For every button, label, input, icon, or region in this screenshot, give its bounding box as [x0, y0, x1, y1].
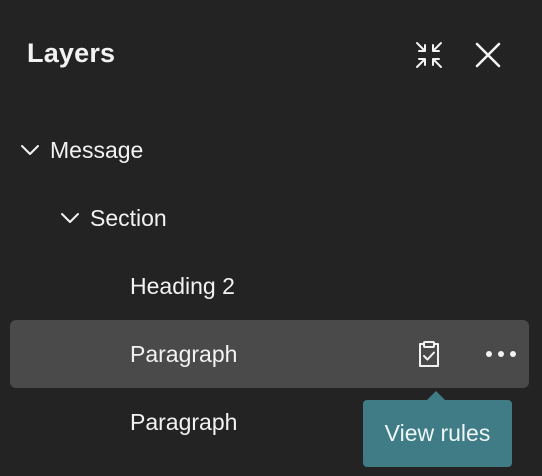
chevron-down-icon[interactable] [18, 138, 42, 162]
chevron-down-icon[interactable] [58, 206, 82, 230]
layer-label: Section [90, 205, 167, 231]
panel-title: Layers [27, 38, 116, 68]
layer-row-message[interactable]: Message [10, 116, 529, 184]
more-horizontal-icon [486, 351, 516, 357]
collapse-arrows-icon [416, 42, 442, 68]
layer-label: Paragraph [130, 341, 238, 367]
layer-row-section[interactable]: Section [10, 184, 529, 252]
layer-label: Heading 2 [130, 273, 235, 299]
close-icon [475, 42, 501, 68]
view-rules-button[interactable] [414, 339, 444, 369]
layers-panel: Layers Message Section Heading 2 Paragra… [0, 0, 542, 476]
panel-header: Layers [0, 0, 542, 110]
layer-row-heading-2[interactable]: Heading 2 [10, 252, 529, 320]
close-panel-button[interactable] [468, 35, 508, 75]
collapse-panel-button[interactable] [409, 35, 449, 75]
layer-label: Message [50, 137, 144, 163]
view-rules-tooltip: View rules [363, 391, 512, 467]
layer-row-paragraph-selected[interactable]: Paragraph [10, 320, 529, 388]
more-options-button[interactable] [483, 339, 519, 369]
clipboard-check-icon [419, 341, 439, 367]
layer-label: Paragraph [130, 409, 238, 435]
tooltip-text: View rules [384, 420, 491, 446]
